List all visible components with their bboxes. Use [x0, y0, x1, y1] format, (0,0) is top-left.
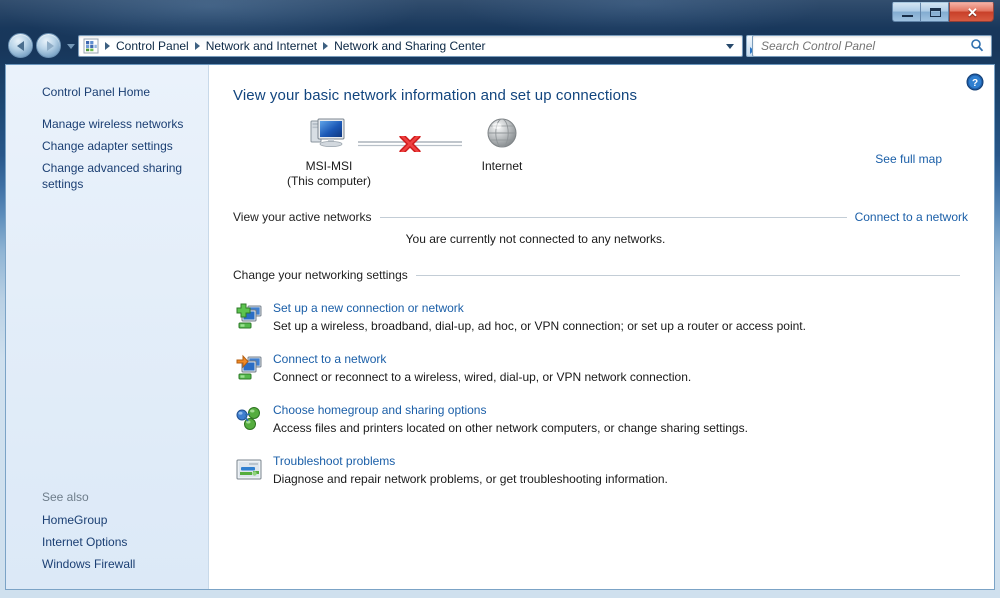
active-networks-heading: View your active networks [233, 210, 372, 224]
networking-settings-heading: Change your networking settings [233, 268, 408, 282]
see-full-map-link[interactable]: See full map [875, 152, 942, 166]
help-button[interactable]: ? [966, 73, 984, 91]
sidebar: Control Panel Home Manage wireless netwo… [6, 65, 209, 589]
breadcrumb-network-and-sharing-center[interactable]: Network and Sharing Center [331, 39, 488, 53]
network-node-internet[interactable]: Internet [442, 114, 562, 174]
network-map: MSI-MSI (This computer) Internet See ful… [233, 114, 968, 206]
breadcrumb-separator-icon [105, 42, 110, 50]
close-button[interactable]: ✕ [949, 2, 994, 22]
setting-row-setup-new-connection[interactable]: Set up a new connection or network Set u… [233, 300, 968, 334]
sidebar-item-control-panel-home[interactable]: Control Panel Home [6, 81, 208, 103]
homegroup-icon [233, 403, 265, 435]
title-bar: ✕ [0, 0, 1000, 30]
back-button[interactable] [8, 33, 33, 58]
connect-to-network-option-link[interactable]: Connect to a network [273, 352, 386, 366]
content-pane: ? View your basic network information an… [209, 65, 994, 589]
new-connection-icon [233, 301, 265, 333]
nav-arrow-group [8, 33, 75, 58]
see-also-section: See also HomeGroup Internet Options Wind… [6, 490, 208, 575]
maximize-button[interactable] [920, 2, 949, 22]
search-input[interactable] [761, 39, 970, 53]
connect-to-network-desc: Connect or reconnect to a wireless, wire… [273, 370, 692, 384]
homegroup-sharing-link[interactable]: Choose homegroup and sharing options [273, 403, 486, 417]
sidebar-item-internet-options[interactable]: Internet Options [6, 531, 208, 553]
computer-name-label: MSI-MSI [305, 159, 353, 173]
troubleshoot-problems-link[interactable]: Troubleshoot problems [273, 454, 395, 468]
close-icon: ✕ [967, 5, 978, 20]
forward-button[interactable] [36, 33, 61, 58]
setup-new-connection-desc: Set up a wireless, broadband, dial-up, a… [273, 319, 806, 333]
setting-text: Connect to a network Connect or reconnec… [273, 351, 691, 385]
active-networks-header: View your active networks Connect to a n… [233, 210, 968, 224]
breadcrumb-control-panel[interactable]: Control Panel [113, 39, 192, 53]
setting-text: Set up a new connection or network Set u… [273, 300, 806, 334]
see-also-heading: See also [42, 490, 89, 504]
globe-icon [442, 114, 562, 156]
setting-row-troubleshoot[interactable]: Troubleshoot problems Diagnose and repai… [233, 453, 968, 487]
connect-to-network-link[interactable]: Connect to a network [855, 210, 968, 224]
minimize-icon [902, 15, 913, 17]
internet-label: Internet [481, 159, 523, 173]
navigation-bar: Control Panel Network and Internet Netwo… [0, 30, 1000, 64]
setting-text: Choose homegroup and sharing options Acc… [273, 402, 748, 436]
window-controls: ✕ [892, 2, 994, 23]
breadcrumb-separator-icon [194, 42, 200, 50]
networking-settings-list: Set up a new connection or network Set u… [233, 300, 968, 487]
active-networks-status: You are currently not connected to any n… [405, 232, 666, 246]
setup-new-connection-link[interactable]: Set up a new connection or network [273, 301, 464, 315]
divider [379, 216, 847, 218]
search-box[interactable] [752, 35, 992, 57]
red-x-icon [399, 133, 421, 155]
setting-text: Troubleshoot problems Diagnose and repai… [273, 453, 668, 487]
connect-network-icon [233, 352, 265, 384]
recent-pages-chevron-down-icon[interactable] [67, 44, 75, 49]
address-chevron-down-icon[interactable] [726, 43, 734, 49]
troubleshoot-problems-desc: Diagnose and repair network problems, or… [273, 472, 668, 486]
homegroup-sharing-desc: Access files and printers located on oth… [273, 421, 748, 435]
explorer-window: ✕ Control Panel Network and Internet Net… [0, 0, 1000, 598]
sidebar-item-change-advanced-sharing-settings[interactable]: Change advanced sharing settings [6, 157, 208, 195]
breadcrumb-separator-icon [323, 42, 329, 50]
sidebar-item-homegroup[interactable]: HomeGroup [6, 509, 208, 531]
setting-row-connect-to-network[interactable]: Connect to a network Connect or reconnec… [233, 351, 968, 385]
networking-settings-header: Change your networking settings [233, 268, 968, 282]
setting-row-homegroup[interactable]: Choose homegroup and sharing options Acc… [233, 402, 968, 436]
client-area: Control Panel Home Manage wireless netwo… [5, 64, 995, 590]
troubleshoot-icon [233, 454, 265, 486]
divider [415, 274, 960, 276]
address-bar[interactable]: Control Panel Network and Internet Netwo… [78, 35, 743, 57]
control-panel-icon [83, 38, 99, 54]
sidebar-item-windows-firewall[interactable]: Windows Firewall [6, 553, 208, 575]
maximize-icon [930, 8, 941, 17]
search-icon[interactable] [970, 38, 984, 55]
breadcrumb-network-and-internet[interactable]: Network and Internet [203, 39, 320, 53]
svg-text:?: ? [972, 78, 978, 89]
page-title: View your basic network information and … [233, 87, 638, 104]
sidebar-item-manage-wireless-networks[interactable]: Manage wireless networks [6, 113, 208, 135]
computer-sub-label: (This computer) [286, 174, 372, 188]
help-icon: ? [966, 73, 984, 91]
sidebar-item-change-adapter-settings[interactable]: Change adapter settings [6, 135, 208, 157]
minimize-button[interactable] [892, 2, 921, 22]
